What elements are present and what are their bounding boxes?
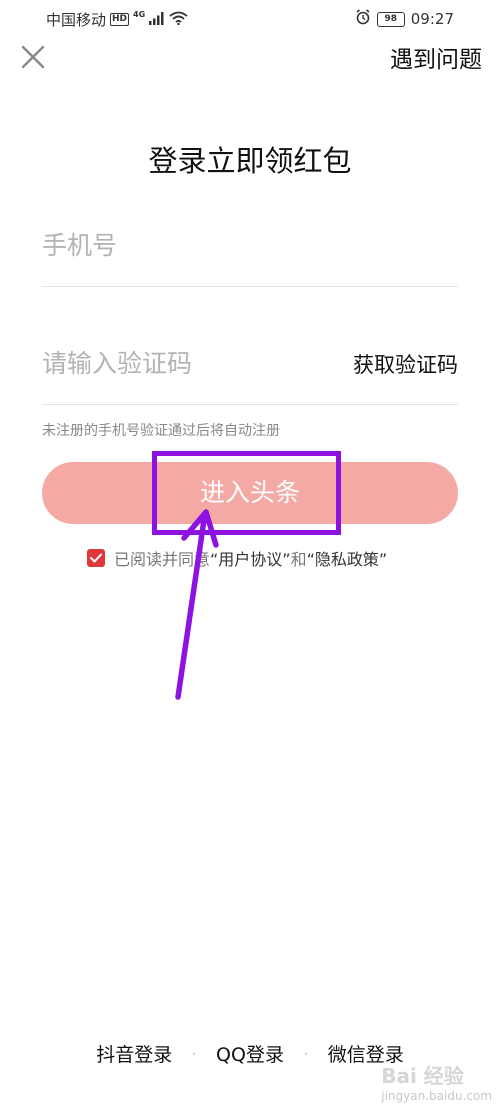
user-agreement-link[interactable]: “用户协议” xyxy=(210,550,291,569)
status-left: 中国移动 HD 4G xyxy=(46,9,188,30)
carrier-label: 中国移动 xyxy=(46,11,107,29)
close-button[interactable] xyxy=(18,42,48,72)
phone-field-row xyxy=(42,218,458,287)
agreement-and: 和 xyxy=(290,550,307,569)
check-icon xyxy=(90,553,102,563)
agreement-checkbox[interactable] xyxy=(87,549,105,567)
status-bar: 中国移动 HD 4G 98 09:27 xyxy=(0,0,500,36)
register-hint: 未注册的手机号验证通过后将自动注册 xyxy=(42,423,280,439)
separator-dot: · xyxy=(303,1046,308,1061)
close-icon xyxy=(21,45,45,69)
verification-code-input[interactable] xyxy=(42,336,312,390)
phone-input[interactable] xyxy=(42,218,312,272)
page-title: 登录立即领红包 xyxy=(148,144,352,178)
enter-toutiao-button[interactable]: 进入头条 xyxy=(42,462,458,524)
network-type: 4G xyxy=(133,10,146,19)
douyin-login-button[interactable]: 抖音登录 xyxy=(96,1040,172,1067)
agreement-row: 已阅读并同意“用户协议”和“隐私政策” xyxy=(87,546,387,570)
agreement-prefix: 已阅读并同意 xyxy=(114,550,211,569)
watermark-url: jingyan.baidu.com xyxy=(381,1089,492,1103)
get-code-button[interactable]: 获取验证码 xyxy=(353,349,458,379)
privacy-policy-link[interactable]: “隐私政策” xyxy=(307,550,388,569)
hd-badge: HD xyxy=(110,13,130,26)
signal-icon xyxy=(149,11,165,29)
clock-time: 09:27 xyxy=(410,10,454,28)
wifi-icon xyxy=(169,11,188,29)
alarm-icon xyxy=(355,9,371,29)
battery-icon: 98 xyxy=(376,11,405,27)
help-link[interactable]: 遇到问题 xyxy=(390,40,482,74)
code-field-row: 获取验证码 xyxy=(42,336,458,405)
watermark-logo: Bai 经验 xyxy=(381,1064,464,1088)
status-right: 98 09:27 xyxy=(355,9,454,29)
baidu-watermark: Bai 经验 jingyan.baidu.com xyxy=(381,1060,492,1103)
separator-dot: · xyxy=(192,1046,197,1061)
qq-login-button[interactable]: QQ登录 xyxy=(216,1040,284,1067)
